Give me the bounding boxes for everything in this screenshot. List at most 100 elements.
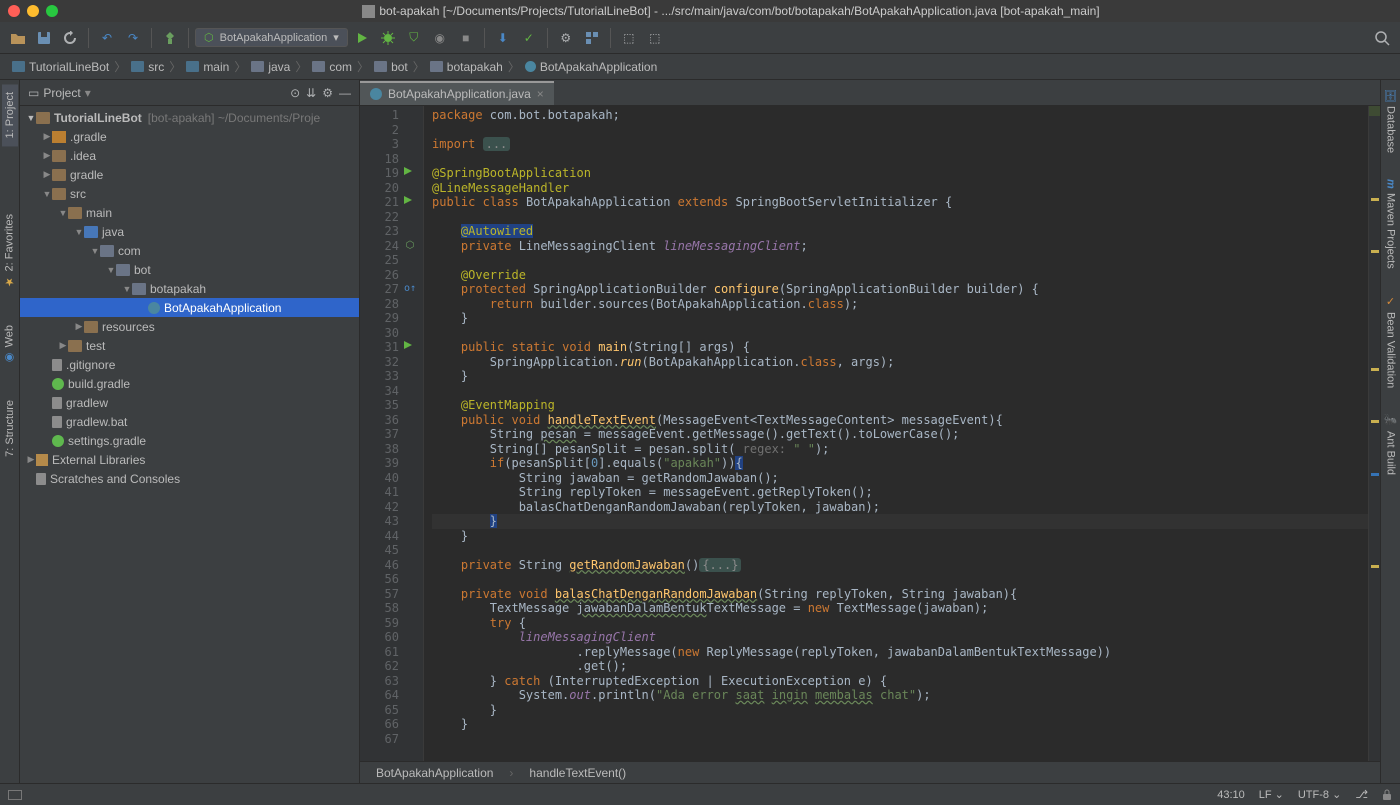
tree-arrow-icon[interactable]: ▼ — [90, 246, 100, 256]
debug-button[interactable] — [376, 26, 400, 50]
tree-node--gitignore[interactable]: .gitignore — [20, 355, 359, 374]
breadcrumb-botapakahapplication[interactable]: BotApakahApplication — [521, 60, 661, 74]
code-line-27[interactable]: protected SpringApplicationBuilder confi… — [432, 282, 1368, 297]
tree-node--idea[interactable]: ▶.idea — [20, 146, 359, 165]
minimize-window-button[interactable] — [27, 5, 39, 17]
code-line-63[interactable]: } catch (InterruptedException | Executio… — [432, 674, 1368, 689]
tree-node-gradle[interactable]: ▶gradle — [20, 165, 359, 184]
vcs-commit-button[interactable]: ✓ — [517, 26, 541, 50]
readonly-lock-icon[interactable] — [1382, 789, 1392, 801]
git-branch[interactable]: ⎇ — [1355, 788, 1368, 801]
structure-tool-tab[interactable]: 7: Structure — [2, 392, 18, 465]
code-line-23[interactable]: @Autowired — [432, 224, 1368, 239]
save-all-button[interactable] — [32, 26, 56, 50]
tree-node-test[interactable]: ▶test — [20, 336, 359, 355]
stop-button[interactable]: ■ — [454, 26, 478, 50]
code-line-24[interactable]: private LineMessagingClient lineMessagin… — [432, 239, 1368, 254]
code-line-67[interactable] — [432, 732, 1368, 747]
collapse-all-icon[interactable]: ⇊ — [306, 86, 316, 100]
code-line-42[interactable]: balasChatDenganRandomJawaban(replyToken,… — [432, 500, 1368, 515]
sync-button[interactable] — [58, 26, 82, 50]
breadcrumb-com[interactable]: com — [308, 60, 356, 74]
tree-arrow-icon[interactable]: ▼ — [42, 189, 52, 199]
database-tool-tab[interactable]: 🗄 Database — [1382, 80, 1399, 161]
sdk-button[interactable]: ⬚ — [617, 26, 641, 50]
code-line-41[interactable]: String replyToken = messageEvent.getRepl… — [432, 485, 1368, 500]
breadcrumb-main[interactable]: main — [182, 60, 233, 74]
run-button[interactable] — [350, 26, 374, 50]
breadcrumb-bot[interactable]: bot — [370, 60, 412, 74]
ant-build-tool-tab[interactable]: 🐜 Ant Build — [1382, 406, 1399, 483]
run-gutter-icon[interactable] — [403, 166, 417, 178]
project-tree[interactable]: ▼TutorialLineBot[bot-apakah] ~/Documents… — [20, 106, 359, 783]
breadcrumb-botapakah[interactable]: botapakah — [426, 60, 507, 74]
code-line-39[interactable]: if(pesanSplit[0].equals("apakah")){ — [432, 456, 1368, 471]
tree-node-scratches-and-consoles[interactable]: Scratches and Consoles — [20, 469, 359, 488]
settings-button[interactable]: ⚙ — [554, 26, 578, 50]
code-line-62[interactable]: .get(); — [432, 659, 1368, 674]
code-line-57[interactable]: private void balasChatDenganRandomJawaba… — [432, 587, 1368, 602]
zoom-window-button[interactable] — [46, 5, 58, 17]
code-line-64[interactable]: System.out.println("Ada error saat ingin… — [432, 688, 1368, 703]
tree-arrow-icon[interactable]: ▼ — [106, 265, 116, 275]
open-button[interactable] — [6, 26, 30, 50]
override-gutter-icon[interactable]: o↑ — [403, 282, 417, 294]
tree-node-tutoriallinebot[interactable]: ▼TutorialLineBot[bot-apakah] ~/Documents… — [20, 108, 359, 127]
code-line-26[interactable]: @Override — [432, 268, 1368, 283]
breadcrumb-java[interactable]: java — [247, 60, 294, 74]
tree-arrow-icon[interactable]: ▼ — [74, 227, 84, 237]
tree-node-resources[interactable]: ▶resources — [20, 317, 359, 336]
code-line-46[interactable]: private String getRandomJawaban(){...} — [432, 558, 1368, 573]
code-line-45[interactable] — [432, 543, 1368, 558]
code-line-66[interactable]: } — [432, 717, 1368, 732]
tree-node-main[interactable]: ▼main — [20, 203, 359, 222]
editor-crumb-class[interactable]: BotApakahApplication — [376, 766, 493, 780]
code-line-1[interactable]: package com.bot.botapakah; — [432, 108, 1368, 123]
code-line-21[interactable]: public class BotApakahApplication extend… — [432, 195, 1368, 210]
line-separator[interactable]: LF ⌄ — [1259, 788, 1284, 801]
project-structure-button[interactable] — [580, 26, 604, 50]
code-line-40[interactable]: String jawaban = getRandomJawaban(); — [432, 471, 1368, 486]
editor-crumb-method[interactable]: handleTextEvent() — [529, 766, 626, 780]
tree-node-build-gradle[interactable]: build.gradle — [20, 374, 359, 393]
code-line-34[interactable] — [432, 384, 1368, 399]
project-tool-tab[interactable]: 1: Project — [2, 84, 18, 146]
favorites-tool-tab[interactable]: ★ 2: Favorites — [1, 206, 18, 296]
tree-arrow-icon[interactable]: ▼ — [122, 284, 132, 294]
tree-node-gradlew-bat[interactable]: gradlew.bat — [20, 412, 359, 431]
code-line-2[interactable] — [432, 123, 1368, 138]
run-gutter-icon[interactable] — [403, 340, 417, 352]
tree-node-external-libraries[interactable]: ▶External Libraries — [20, 450, 359, 469]
tree-node-bot[interactable]: ▼bot — [20, 260, 359, 279]
maven-tool-tab[interactable]: m Maven Projects — [1383, 171, 1399, 277]
redo-button[interactable]: ↷ — [121, 26, 145, 50]
more-button[interactable]: ⬚ — [643, 26, 667, 50]
breadcrumb-tutoriallinebot[interactable]: TutorialLineBot — [8, 60, 113, 74]
close-window-button[interactable] — [8, 5, 20, 17]
run-configuration-selector[interactable]: ⬡ BotApakahApplication ▾ — [195, 28, 348, 47]
search-everywhere-button[interactable] — [1370, 26, 1394, 50]
tree-node-com[interactable]: ▼com — [20, 241, 359, 260]
build-button[interactable] — [158, 26, 182, 50]
tree-arrow-icon[interactable]: ▶ — [42, 131, 52, 142]
code-line-3[interactable]: import ... — [432, 137, 1368, 152]
code-line-29[interactable]: } — [432, 311, 1368, 326]
editor-gutter[interactable]: 1231819202122232425262728293031323334353… — [360, 106, 424, 761]
breadcrumb-src[interactable]: src — [127, 60, 168, 74]
profile-button[interactable]: ◉ — [428, 26, 452, 50]
hide-panel-icon[interactable]: — — [339, 86, 351, 100]
code-line-43[interactable]: } — [432, 514, 1368, 529]
code-line-61[interactable]: .replyMessage(new ReplyMessage(replyToke… — [432, 645, 1368, 660]
code-line-25[interactable] — [432, 253, 1368, 268]
code-line-56[interactable] — [432, 572, 1368, 587]
error-stripe[interactable] — [1368, 106, 1380, 761]
code-line-36[interactable]: public void handleTextEvent(MessageEvent… — [432, 413, 1368, 428]
caret-position[interactable]: 43:10 — [1217, 789, 1245, 801]
tree-arrow-icon[interactable]: ▶ — [58, 340, 68, 351]
tree-arrow-icon[interactable]: ▼ — [26, 113, 36, 123]
code-line-65[interactable]: } — [432, 703, 1368, 718]
tree-arrow-icon[interactable]: ▶ — [42, 150, 52, 161]
editor-tab-active[interactable]: BotApakahApplication.java × — [360, 81, 554, 105]
tree-arrow-icon[interactable]: ▶ — [74, 321, 84, 332]
code-area[interactable]: package com.bot.botapakah; import ... @S… — [424, 106, 1368, 761]
